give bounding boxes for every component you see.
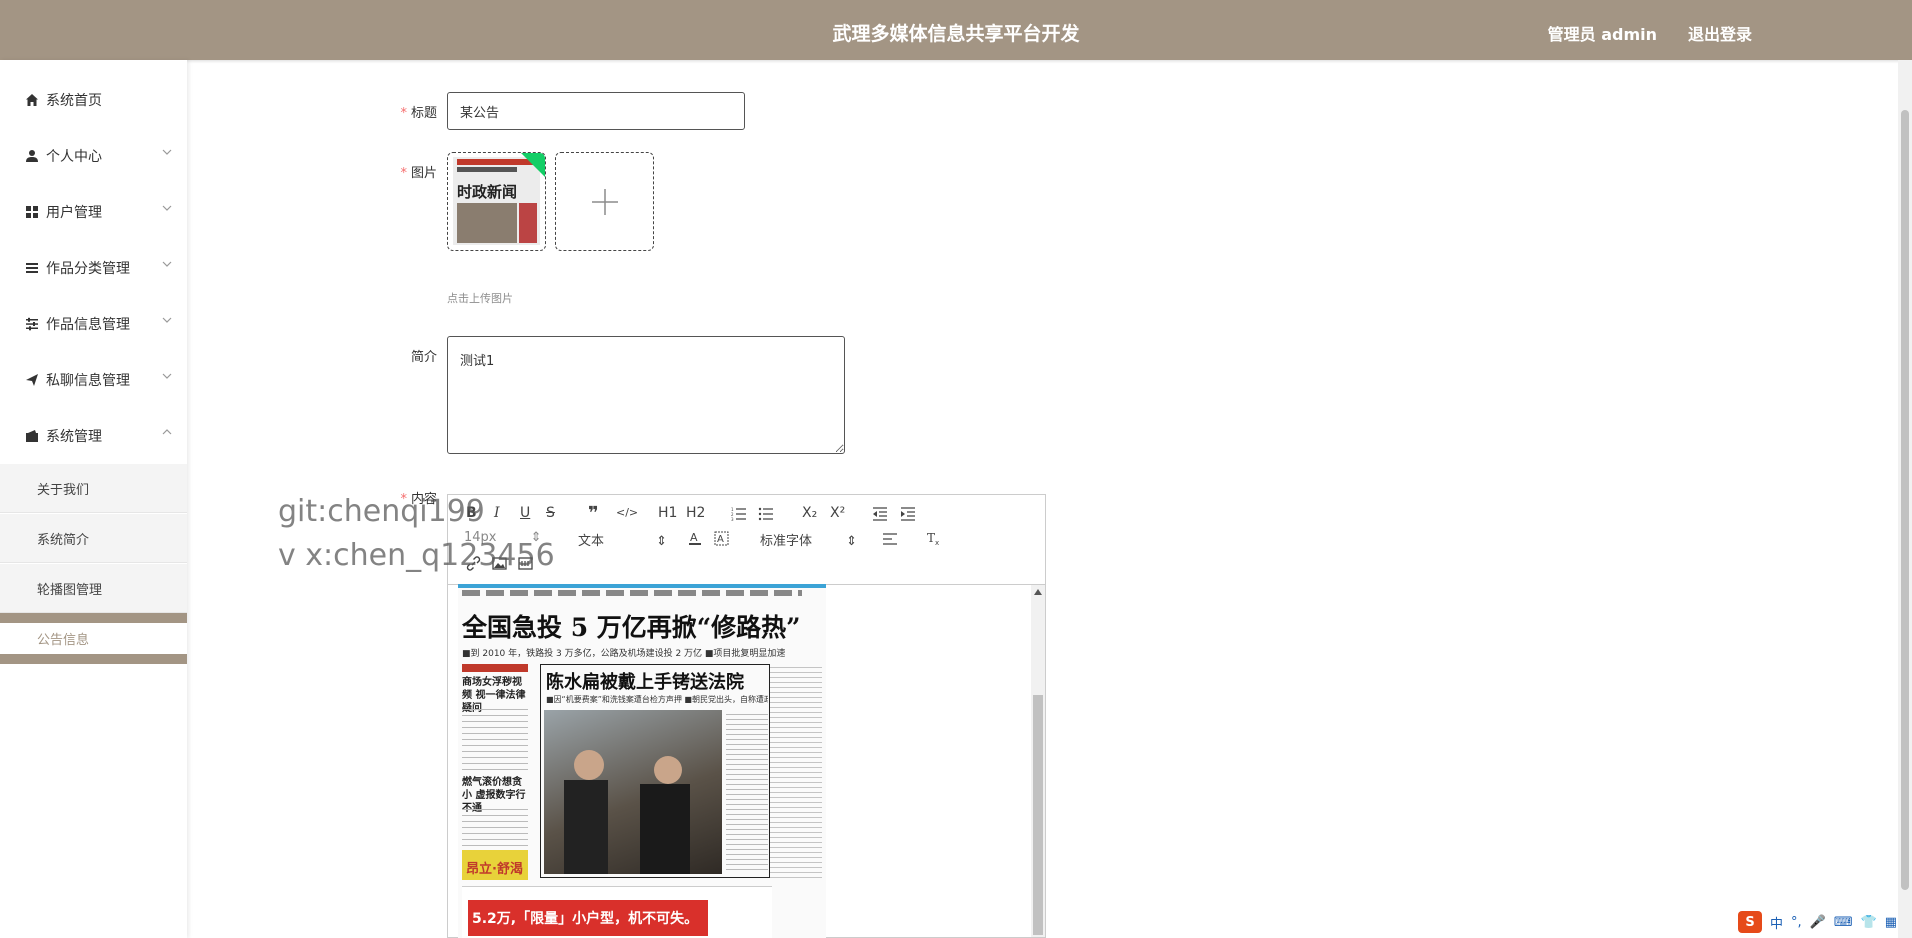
- watermark-line1: git:chenqi199: [278, 494, 485, 529]
- sidebar-item-label: 系统管理: [46, 429, 102, 445]
- sidebar-subitem-carousel[interactable]: 轮播图管理: [0, 564, 187, 613]
- ad-text: 昂立·舒渴: [466, 862, 523, 877]
- title-input[interactable]: [447, 92, 745, 130]
- thumbnail-headline: 时政新闻: [457, 183, 518, 201]
- svg-text:A: A: [690, 531, 698, 544]
- ime-toolbar[interactable]: S 中 °, 🎤 ⌨ 👕 ▦: [1738, 910, 1912, 934]
- strike-button[interactable]: S: [546, 505, 555, 521]
- background-color-icon[interactable]: A: [714, 531, 729, 546]
- bottom-ad-text: 5.2万,「限量」小户型，机不可失。: [472, 911, 699, 927]
- sidebar-item-label: 个人中心: [46, 149, 102, 165]
- image-label: * 图片: [400, 166, 437, 181]
- code-block-button[interactable]: </>: [616, 506, 638, 519]
- newspaper-subline: ■到 2010 年，铁路投 3 万多亿，公路及机场建设投 2 万亿 ■项目批复明…: [462, 649, 786, 659]
- news-photo: [544, 710, 722, 874]
- chevron-down-icon: [162, 317, 172, 323]
- wallet-icon: [24, 428, 40, 444]
- subscript-button[interactable]: X₂: [802, 505, 817, 521]
- keyboard-icon[interactable]: ⌨: [1834, 915, 1853, 930]
- font-family-select[interactable]: 标准字体 ⇕: [760, 530, 857, 549]
- bullet-list-icon[interactable]: [758, 507, 774, 521]
- indent-icon[interactable]: [900, 507, 916, 521]
- sidebar-item-label: 作品信息管理: [46, 317, 130, 333]
- chevron-down-icon: [162, 261, 172, 267]
- chevron-down-icon: [162, 373, 172, 379]
- punctuation-icon[interactable]: °,: [1791, 915, 1802, 930]
- skin-icon[interactable]: 👕: [1861, 915, 1877, 930]
- upload-tip: 点击上传图片: [447, 292, 513, 305]
- text-color-icon[interactable]: A: [688, 531, 702, 546]
- sidebar-item-works[interactable]: 作品信息管理: [0, 296, 187, 352]
- admin-user-label: 管理员 admin: [1547, 25, 1657, 44]
- title-label: * 标题: [400, 106, 437, 121]
- sidebar-item-label: 系统首页: [46, 93, 102, 109]
- sidebar-item-label: 作品分类管理: [46, 261, 130, 277]
- editor-scrollbar[interactable]: [1031, 585, 1045, 937]
- heading2-button[interactable]: H2: [686, 505, 705, 521]
- scroll-up-arrow-icon[interactable]: [1034, 589, 1042, 595]
- blockquote-button[interactable]: ❞: [588, 503, 599, 524]
- main-story-title: 陈水扁被戴上手铐送法院: [546, 672, 744, 693]
- underline-button[interactable]: U: [520, 505, 530, 521]
- superscript-button[interactable]: X²: [830, 505, 845, 521]
- ime-mode-label[interactable]: 中: [1770, 913, 1783, 932]
- heading1-button[interactable]: H1: [658, 505, 677, 521]
- text-style-select[interactable]: 文本 ⇕: [578, 530, 667, 549]
- list-icon: [24, 260, 40, 276]
- newspaper-image: 全国急投 5 万亿再掀“修路热” ■到 2010 年，铁路投 3 万多亿，公路及…: [458, 584, 826, 938]
- intro-label: 简介: [410, 350, 437, 365]
- sidebar-item-home[interactable]: 系统首页: [0, 72, 187, 128]
- success-corner-badge: [521, 153, 545, 177]
- logout-link[interactable]: 退出登录: [1688, 21, 1752, 45]
- sidebar-subitem-notice[interactable]: 公告信息: [0, 613, 187, 664]
- sidebar-subitem-intro[interactable]: 系统简介: [0, 514, 187, 563]
- newspaper-headline: 全国急投 5 万亿再掀“修路热”: [462, 613, 801, 642]
- intro-textarea[interactable]: 测试1: [447, 336, 845, 454]
- sidebar-item-users[interactable]: 用户管理: [0, 184, 187, 240]
- svg-text:x: x: [935, 539, 939, 546]
- sidebar-item-messages[interactable]: 私聊信息管理: [0, 352, 187, 408]
- watermark-line2: v x:chen_q123456: [278, 538, 555, 573]
- align-left-icon[interactable]: [882, 532, 898, 546]
- sidebar-item-profile[interactable]: 个人中心: [0, 128, 187, 184]
- home-icon: [24, 92, 40, 108]
- grid-icon: [24, 204, 40, 220]
- sliders-icon: [24, 316, 40, 332]
- ordered-list-icon[interactable]: 123: [731, 507, 747, 521]
- send-icon: [24, 372, 40, 388]
- sidebar: 系统首页 个人中心 用户管理 作品分类管理 作品信息管理 私聊信息管理 系统管理…: [0, 60, 187, 938]
- sidebar-item-label: 私聊信息管理: [46, 373, 130, 389]
- sidebar-item-label: 用户管理: [46, 205, 102, 221]
- sidebar-item-category[interactable]: 作品分类管理: [0, 240, 187, 296]
- add-image-button[interactable]: [555, 152, 654, 251]
- clear-format-icon[interactable]: Tx: [926, 531, 942, 546]
- italic-button[interactable]: I: [494, 505, 500, 521]
- plus-icon: [592, 189, 618, 215]
- chevron-up-icon: [162, 429, 172, 435]
- svg-text:A: A: [717, 534, 724, 545]
- main-story-subtitle: ■因“机要费案”和洗钱案遭台检方声押 ■朝民党出头，自称遭政治迫害: [546, 695, 768, 704]
- sogou-icon[interactable]: S: [1738, 911, 1762, 933]
- page-scroll-thumb[interactable]: [1901, 110, 1909, 890]
- sidebar-item-system[interactable]: 系统管理: [0, 408, 187, 464]
- toolbox-icon[interactable]: ▦: [1885, 915, 1897, 930]
- sidebar-subitem-about[interactable]: 关于我们: [0, 464, 187, 513]
- microphone-icon[interactable]: 🎤: [1810, 915, 1826, 930]
- editor-scroll-thumb[interactable]: [1033, 695, 1043, 935]
- outdent-icon[interactable]: [872, 507, 888, 521]
- page-scrollbar[interactable]: [1898, 60, 1912, 938]
- svg-text:3: 3: [731, 517, 734, 521]
- user-icon: [24, 148, 40, 164]
- chevron-down-icon: [162, 149, 172, 155]
- chevron-down-icon: [162, 205, 172, 211]
- top-header: 武理多媒体信息共享平台开发 管理员 admin 退出登录: [0, 0, 1912, 60]
- svg-text:T: T: [927, 531, 935, 545]
- uploaded-image-card[interactable]: 时政新闻: [447, 152, 546, 251]
